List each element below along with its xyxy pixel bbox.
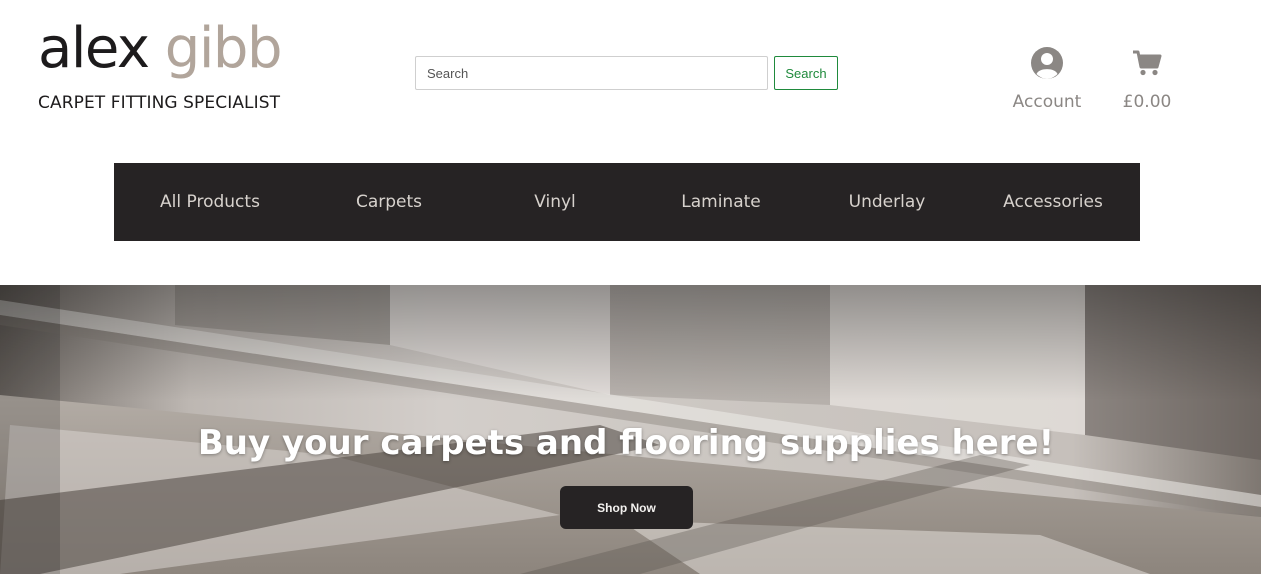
account-label: Account [1012,92,1082,112]
hero-banner: Buy your carpets and flooring supplies h… [0,285,1261,574]
logo-tagline: CARPET FITTING SPECIALIST [38,93,281,113]
search-form: Search [415,56,838,90]
logo-last-word: gibb [164,16,283,81]
main-nav: All Products Carpets Vinyl Laminate Unde… [114,163,1140,241]
search-button[interactable]: Search [774,56,838,90]
nav-item-vinyl[interactable]: Vinyl [472,192,638,212]
cart-link[interactable]: £0.00 [1112,44,1182,112]
nav-item-accessories[interactable]: Accessories [970,192,1136,212]
shopping-cart-icon [1132,44,1162,82]
nav-item-carpets[interactable]: Carpets [306,192,472,212]
account-link[interactable]: Account [1005,44,1089,112]
page: alex gibb CARPET FITTING SPECIALIST Sear… [0,0,1261,574]
hero-title: Buy your carpets and flooring supplies h… [197,422,1055,463]
nav-item-underlay[interactable]: Underlay [804,192,970,212]
shop-now-button[interactable]: Shop Now [560,486,693,529]
logo-wordmark: alex gibb [38,16,283,81]
nav-item-all-products[interactable]: All Products [114,192,306,212]
site-logo[interactable]: alex gibb CARPET FITTING SPECIALIST [38,18,318,118]
search-input[interactable] [415,56,768,90]
nav-item-laminate[interactable]: Laminate [638,192,804,212]
cart-total: £0.00 [1122,92,1172,112]
logo-first-word: alex [38,16,150,81]
user-circle-icon [1030,44,1064,82]
